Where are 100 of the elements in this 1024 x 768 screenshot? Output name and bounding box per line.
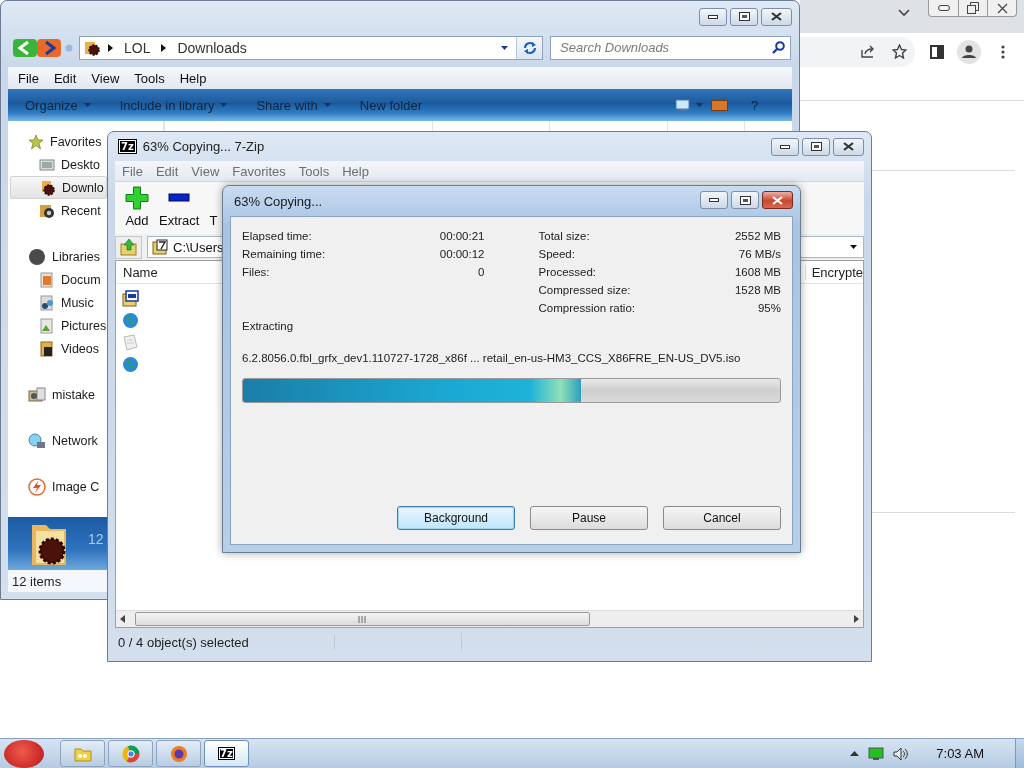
picture-icon [39, 317, 55, 334]
menu-button[interactable] [1001, 44, 1005, 59]
up-folder-icon [119, 238, 138, 256]
menu-item[interactable]: Help [171, 70, 214, 86]
nav-item[interactable]: Videos [10, 337, 101, 360]
nav-item[interactable]: Docum [10, 268, 103, 291]
menu-item[interactable]: File [116, 163, 150, 179]
desktop-icon [39, 156, 55, 173]
chevron-down-icon[interactable] [898, 9, 910, 17]
folder-icon [84, 39, 100, 56]
maximize-icon [739, 195, 751, 205]
ring-icon [121, 744, 140, 763]
scrollbar-thumb[interactable] [135, 612, 590, 626]
share-icon [861, 45, 875, 58]
column-header[interactable]: Encrypte [804, 264, 863, 280]
speaker-icon[interactable] [893, 746, 910, 761]
stat-label: Processed: [538, 266, 597, 278]
stat-label: Remaining time: [242, 248, 326, 260]
minimize-button[interactable] [700, 191, 728, 209]
show-hidden-icons-button[interactable] [850, 751, 860, 756]
menu-item[interactable]: Favorites [226, 163, 293, 179]
stat-value: 00:00:12 [439, 248, 485, 260]
window-title: 63% Copying... 7-Zip [142, 139, 265, 154]
menu-item[interactable]: Tools [292, 163, 337, 179]
nav-item[interactable]: Favorites [10, 130, 104, 153]
menu-item[interactable]: View [185, 163, 227, 179]
maximize-button[interactable] [730, 7, 758, 26]
nav-item[interactable]: mistake [10, 383, 98, 406]
close-icon [772, 195, 783, 205]
dialog-button[interactable]: Pause [530, 506, 648, 530]
share-button[interactable] [861, 45, 875, 58]
start-button[interactable] [4, 739, 44, 768]
caret-icon [323, 103, 331, 107]
search-field[interactable]: Search Downloads [550, 35, 791, 60]
grip-icon [358, 615, 367, 623]
breadcrumb-item[interactable]: Downloads [174, 39, 250, 56]
nav-item[interactable]: Music [10, 291, 96, 314]
menu-item[interactable]: Edit [149, 163, 186, 179]
caret-icon [220, 103, 228, 107]
star-icon [28, 133, 44, 150]
minimize-icon [708, 14, 718, 19]
close-button[interactable] [833, 137, 864, 156]
close-icon [843, 142, 854, 151]
address-bar[interactable] [800, 36, 915, 67]
toolbar-button[interactable]: T [209, 213, 218, 228]
search-icon [772, 40, 785, 54]
nav-item[interactable]: Pictures [10, 314, 109, 337]
globe-icon [122, 311, 139, 329]
side-panel-icon [930, 44, 944, 59]
toolbar-button[interactable]: Extract [159, 186, 200, 228]
address-bar[interactable]: LOL Downloads [79, 35, 543, 60]
window-title: 63% Copying... [234, 193, 323, 209]
nav-item[interactable]: Deskto [10, 153, 102, 176]
preview-pane-button[interactable] [711, 99, 728, 111]
taskbar-button[interactable]: 7z [204, 740, 249, 767]
stat-value: 0 [478, 266, 485, 278]
maximize-button[interactable] [731, 191, 759, 209]
nav-item[interactable]: Recent [10, 199, 103, 222]
refresh-button[interactable] [516, 36, 542, 59]
dialog-button[interactable]: Background [397, 506, 515, 530]
caret-icon [83, 103, 91, 107]
nav-item[interactable]: Downlo [10, 176, 107, 199]
menu-item[interactable]: File [10, 70, 46, 86]
menu-item[interactable]: Edit [45, 70, 84, 86]
forward-button[interactable] [37, 38, 61, 57]
stat-value: 95% [757, 302, 781, 314]
close-button[interactable] [761, 7, 792, 26]
globe-icon [169, 744, 188, 763]
breadcrumb-item[interactable]: LOL [121, 39, 154, 56]
network-icon [28, 432, 46, 449]
avatar-icon [957, 39, 981, 64]
minimize-button[interactable] [771, 137, 799, 156]
dialog-button[interactable]: Cancel [663, 506, 781, 530]
taskbar-button[interactable] [156, 740, 201, 767]
stat-label: Speed: [538, 248, 575, 260]
side-panel-button[interactable] [930, 44, 944, 59]
nav-item[interactable]: Network [10, 429, 100, 452]
restore-icon [967, 2, 979, 14]
network-icon[interactable] [868, 746, 885, 761]
chevron-icon [108, 43, 113, 52]
bookmark-button[interactable] [892, 44, 907, 59]
minimize-button[interactable] [699, 7, 727, 26]
clock[interactable]: 7:03 AM [936, 746, 984, 761]
menu-item[interactable]: View [83, 70, 127, 86]
view-button[interactable] [675, 98, 703, 112]
taskbar-button[interactable] [108, 740, 153, 767]
nav-item[interactable]: Image C [10, 475, 102, 498]
toolbar-button[interactable]: Add [125, 186, 149, 228]
stat-value: 76 MB/s [738, 248, 781, 260]
profile-button[interactable] [957, 39, 981, 64]
maximize-button[interactable] [802, 137, 830, 156]
menu-item[interactable]: Tools [126, 70, 172, 86]
up-folder-button[interactable] [115, 235, 142, 259]
column-header[interactable]: Name [116, 264, 158, 280]
close-button[interactable] [762, 191, 793, 209]
menu-item[interactable]: Help [336, 163, 376, 179]
stat-label: Total size: [538, 230, 590, 242]
minimize-icon [780, 144, 790, 149]
app-logo: 7z [118, 139, 137, 154]
nav-item[interactable]: Libraries [10, 245, 102, 268]
